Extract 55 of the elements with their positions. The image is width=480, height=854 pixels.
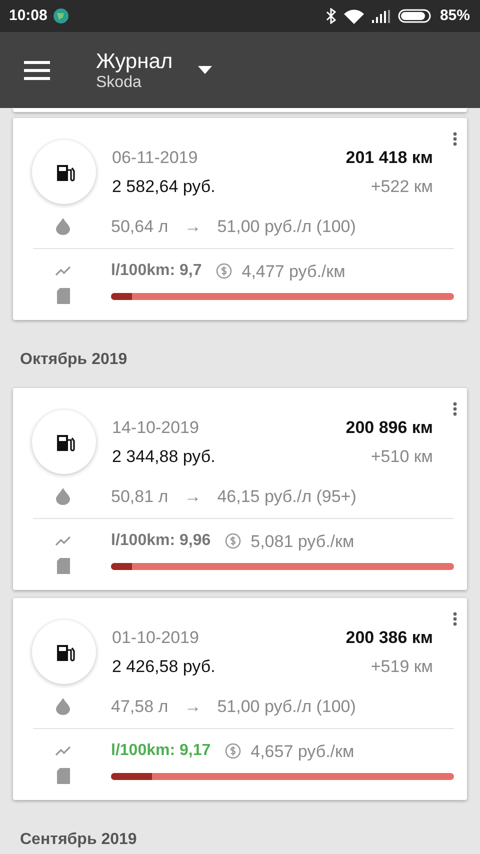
canister-icon bbox=[56, 288, 70, 304]
trend-icon bbox=[55, 746, 71, 756]
month-header: Октябрь 2019 bbox=[19, 350, 128, 370]
screen-title: Журнал bbox=[96, 50, 173, 74]
consumption-text: l/100km: 9,17 bbox=[111, 741, 211, 762]
odometer-text: 201 418 км bbox=[346, 146, 433, 168]
drop-icon bbox=[56, 218, 70, 236]
canister-icon bbox=[56, 558, 70, 574]
drop-icon bbox=[56, 488, 70, 506]
arrow-text: → bbox=[184, 696, 202, 718]
date-text: 14-10-2019 bbox=[112, 416, 200, 438]
trend-icon bbox=[55, 266, 71, 276]
consumption-text: l/100km: 9,96 bbox=[111, 531, 211, 552]
bluetooth-icon bbox=[326, 8, 336, 24]
date-text: 01-10-2019 bbox=[112, 626, 200, 648]
battery-icon bbox=[398, 9, 432, 23]
battery-percent: 85% bbox=[440, 6, 470, 26]
coin-icon bbox=[216, 263, 232, 280]
coin-icon bbox=[224, 743, 241, 760]
signal-icon bbox=[372, 10, 390, 22]
more-icon[interactable] bbox=[453, 402, 457, 416]
fuel-volume-text: 47,58 л bbox=[111, 696, 168, 718]
canister-icon bbox=[56, 768, 70, 784]
cost-text: 2 344,88 руб. bbox=[112, 446, 216, 468]
odometer-text: 200 386 км bbox=[346, 626, 433, 648]
arrow-text: → bbox=[184, 486, 202, 508]
date-text: 06-11-2019 bbox=[112, 146, 199, 168]
distance-text: +522 км bbox=[370, 176, 433, 198]
cost-text: 2 582,64 руб. bbox=[112, 176, 216, 198]
price-per-liter-text: 46,15 руб./л (95+) bbox=[217, 486, 356, 508]
more-icon[interactable] bbox=[453, 612, 457, 626]
coin-icon bbox=[224, 533, 241, 550]
more-icon[interactable] bbox=[453, 132, 457, 146]
vehicle-subtitle: Skoda bbox=[96, 74, 142, 92]
cost-per-km-text: 5,081 руб./км bbox=[250, 530, 354, 552]
price-per-liter-text: 51,00 руб./л (100) bbox=[217, 216, 356, 238]
price-per-liter-text: 51,00 руб./л (100) bbox=[217, 696, 356, 718]
odometer-text: 200 896 км bbox=[346, 416, 433, 438]
arrow-text: → bbox=[184, 216, 202, 238]
distance-text: +519 км bbox=[370, 656, 433, 678]
clock-time: 10:08 bbox=[9, 6, 48, 26]
globe-icon bbox=[53, 8, 70, 24]
dropdown-icon[interactable] bbox=[198, 66, 212, 74]
consumption-text: l/100km: 9,7 bbox=[111, 261, 202, 282]
month-header: Сентябрь 2019 bbox=[19, 830, 138, 850]
wifi-icon bbox=[344, 8, 364, 24]
fuel-volume-text: 50,64 л bbox=[111, 216, 168, 238]
trend-icon bbox=[55, 536, 71, 546]
fuel-volume-text: 50,81 л bbox=[111, 486, 168, 508]
cost-text: 2 426,58 руб. bbox=[112, 656, 216, 678]
distance-text: +510 км bbox=[370, 446, 433, 468]
drop-icon bbox=[56, 698, 70, 716]
cost-per-km-text: 4,477 руб./км bbox=[242, 260, 346, 282]
menu-icon[interactable] bbox=[24, 60, 50, 80]
cost-per-km-text: 4,657 руб./км bbox=[250, 740, 354, 762]
